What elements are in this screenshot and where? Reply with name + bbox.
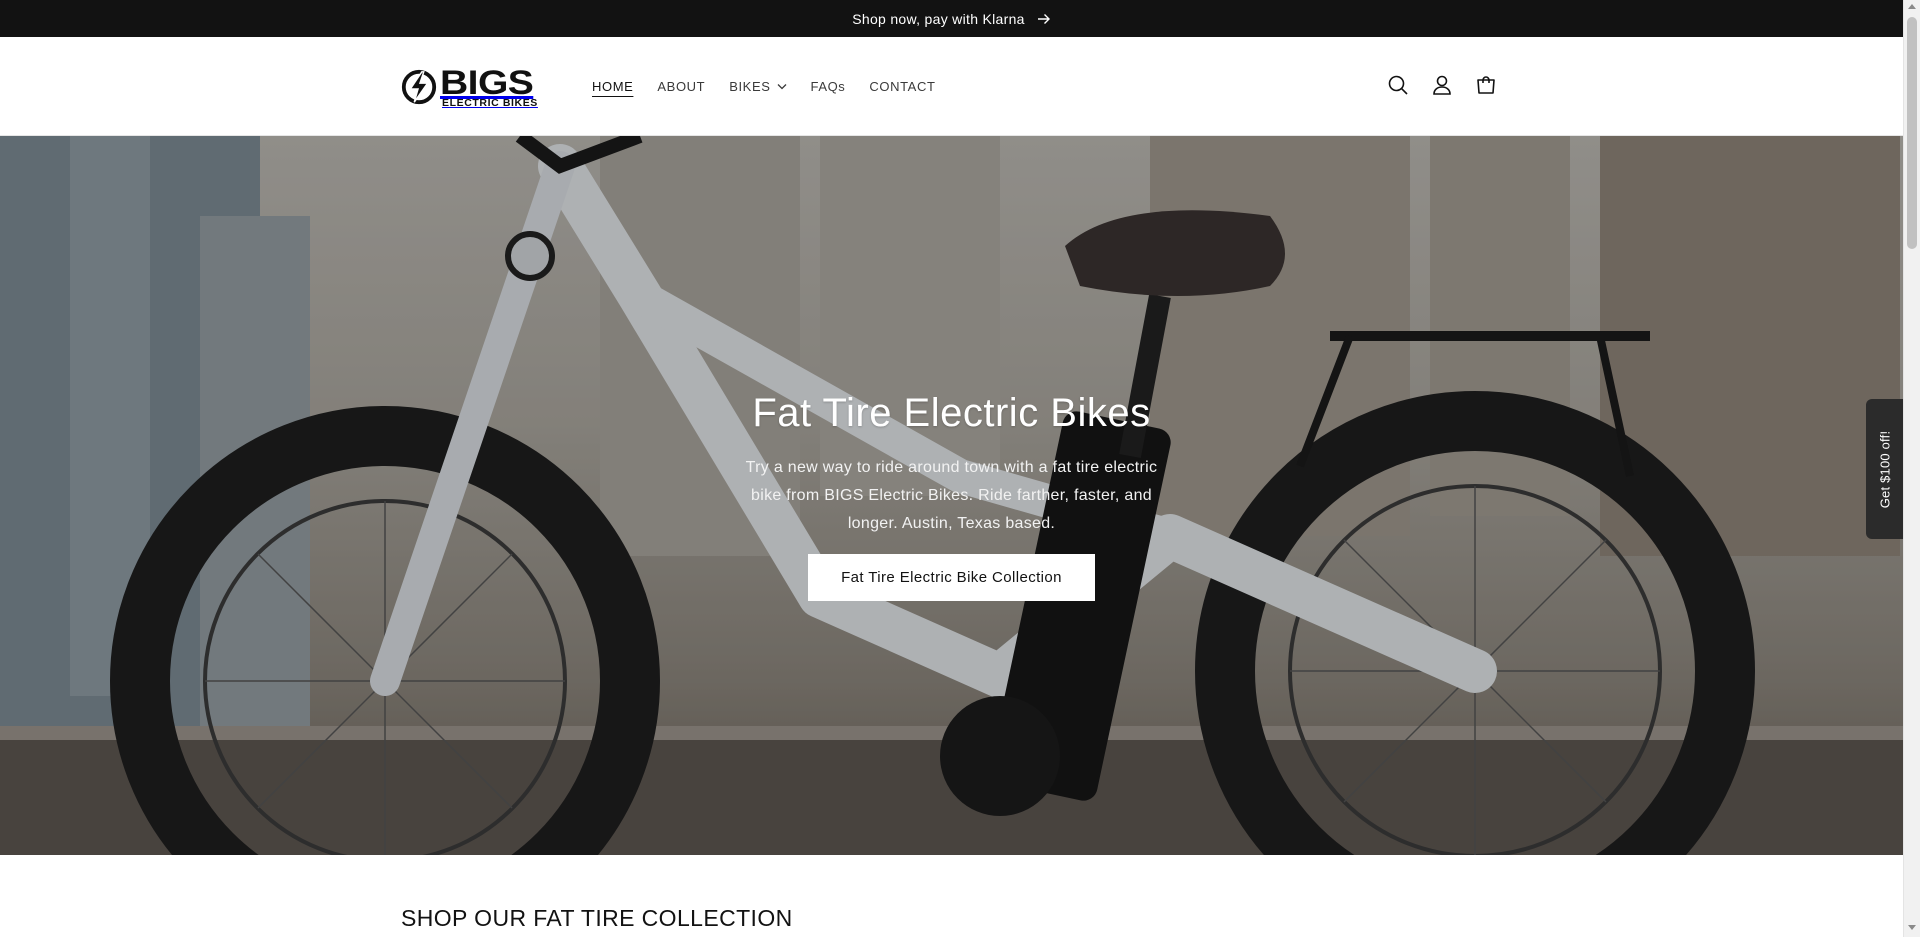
nav-item-home[interactable]: HOME: [580, 73, 645, 100]
collection-button[interactable]: Fat Tire Electric Bike Collection: [808, 554, 1095, 601]
nav-label: ABOUT: [657, 79, 706, 94]
scroll-down-arrow-icon[interactable]: [1908, 925, 1916, 930]
nav-label: CONTACT: [869, 79, 936, 94]
chevron-down-icon: [777, 84, 786, 90]
announcement-text: Shop now, pay with Klarna: [852, 10, 1025, 27]
section-title: SHOP OUR FAT TIRE COLLECTION: [401, 905, 793, 931]
logo-brand: BIGS: [440, 63, 534, 102]
announcement-link[interactable]: Shop now, pay with Klarna: [852, 11, 1051, 27]
cart-button[interactable]: [1472, 71, 1500, 99]
nav-item-about[interactable]: ABOUT: [645, 73, 717, 100]
nav-label: HOME: [592, 79, 634, 94]
cart-icon: [1477, 76, 1495, 94]
nav-item-contact[interactable]: CONTACT: [857, 73, 947, 100]
page-scrollbar[interactable]: [1903, 0, 1920, 937]
account-button[interactable]: [1428, 71, 1456, 99]
arrow-right-icon: [1037, 13, 1050, 24]
hero-banner: Fat Tire Electric Bikes Try a new way to…: [0, 136, 1903, 855]
side-tab-label: Get $100 off!: [1877, 430, 1892, 508]
scrollbar-thumb[interactable]: [1907, 17, 1917, 249]
main-nav: HOME ABOUT BIKES FAQs CONTACT: [580, 73, 948, 100]
account-icon: [1433, 75, 1451, 95]
site-logo[interactable]: BIGS ELECTRIC BIKES: [400, 65, 555, 109]
search-button[interactable]: [1384, 71, 1412, 99]
discount-side-tab[interactable]: Get $100 off!: [1866, 399, 1903, 539]
hero-description: Try a new way to ride around town with a…: [745, 459, 1158, 532]
nav-item-faqs[interactable]: FAQs: [799, 73, 858, 100]
search-icon: [1388, 75, 1408, 95]
hero-title: Fat Tire Electric Bikes: [752, 391, 1151, 435]
header-icons: [1384, 71, 1500, 99]
nav-label: BIKES: [729, 79, 771, 94]
hero-content: Fat Tire Electric Bikes Try a new way to…: [0, 136, 1903, 855]
nav-label: FAQs: [810, 79, 846, 94]
nav-item-bikes[interactable]: BIKES: [717, 73, 798, 100]
site-header: BIGS ELECTRIC BIKES HOME ABOUT BIKES FAQ…: [0, 37, 1903, 136]
scroll-up-arrow-icon[interactable]: [1908, 4, 1916, 9]
announcement-bar: Shop now, pay with Klarna: [0, 0, 1903, 37]
lightning-bolt-icon: [401, 69, 437, 105]
